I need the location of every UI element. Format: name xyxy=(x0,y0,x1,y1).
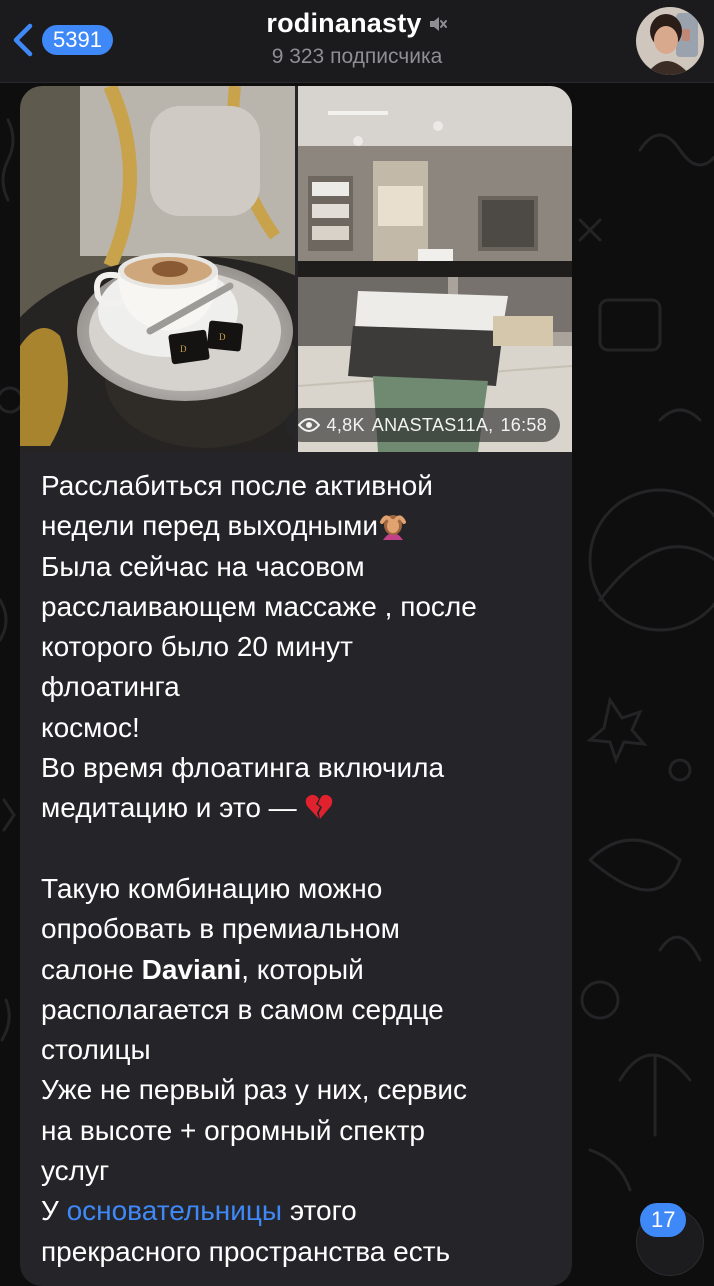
eye-icon xyxy=(297,418,320,432)
avatar-image xyxy=(636,7,704,75)
text-line-part: медитацию и это — xyxy=(41,792,297,824)
text-line: услуг xyxy=(41,1155,110,1187)
svg-text:D: D xyxy=(219,332,226,342)
salon-name: Daviani xyxy=(141,953,242,985)
post-time: 16:58 xyxy=(500,414,547,435)
coffee-photo-image: D D xyxy=(20,86,295,452)
text-line: Уже не первый раз у них, сервис xyxy=(41,1074,468,1106)
broken-heart-icon xyxy=(306,795,333,820)
text-line-part: недели перед выходными xyxy=(41,510,378,542)
back-button[interactable]: 5391 xyxy=(10,20,113,60)
post-text: Расслабиться после активной недели перед… xyxy=(41,466,551,1272)
woman-getting-massage-icon xyxy=(380,515,406,541)
unread-count-badge: 5391 xyxy=(42,25,113,55)
text-line: флоатинга xyxy=(41,671,180,703)
subscriber-count: 9 323 подписчика xyxy=(271,45,443,68)
channel-avatar[interactable] xyxy=(636,7,704,75)
text-line: Расслабиться после активной xyxy=(41,470,433,501)
text-line: расслаивающем массаже , после xyxy=(41,590,477,622)
text-line: медитацию и это — xyxy=(41,788,551,828)
massage-room-photo-image xyxy=(298,86,572,452)
channel-post[interactable]: D D 4,8K ANASTAS11A, 16:58 Расслабиться … xyxy=(20,86,572,1286)
text-line: прекрасного пространства есть xyxy=(41,1235,451,1267)
muted-speaker-icon xyxy=(429,16,447,31)
view-count: 4,8K xyxy=(326,414,365,435)
text-line: Во время флоатинга включила xyxy=(41,752,445,784)
text-line: столицы xyxy=(41,1034,151,1066)
chat-header: 5391 rodinanasty 9 323 подписчика xyxy=(0,0,714,83)
text-line: Такую комбинацию можно xyxy=(41,872,383,904)
channel-title-block[interactable]: rodinanasty 9 323 подписчика xyxy=(150,8,564,69)
text-line: недели перед выходными xyxy=(41,506,551,546)
chevron-left-icon xyxy=(13,23,33,57)
founder-link[interactable]: основательницы xyxy=(67,1195,282,1226)
text-line-part: У xyxy=(41,1195,67,1227)
text-line: салоне Daviani, который xyxy=(41,950,551,990)
text-line: на высоте + огромный спектр xyxy=(41,1114,425,1146)
new-messages-count-badge: 17 xyxy=(640,1203,687,1237)
text-line-part: , который xyxy=(241,953,364,985)
text-line: опробовать в премиальном xyxy=(41,913,400,945)
text-line-part: этого xyxy=(282,1195,357,1227)
text-line: космос! xyxy=(41,711,140,743)
svg-text:D: D xyxy=(180,344,187,354)
post-meta-pill: 4,8K ANASTAS11A, 16:58 xyxy=(284,408,560,442)
channel-name-row: rodinanasty xyxy=(266,8,447,39)
post-author: ANASTAS11A, xyxy=(371,414,494,435)
photo-coffee[interactable]: D D xyxy=(20,86,295,452)
text-line: Была сейчас на часовом xyxy=(41,550,365,582)
channel-name: rodinanasty xyxy=(266,8,422,38)
text-line: У основательницы этого xyxy=(41,1191,551,1231)
photo-massage-room[interactable] xyxy=(298,86,572,452)
text-line-part: салоне xyxy=(41,953,142,985)
post-media-album: D D 4,8K ANASTAS11A, 16:58 xyxy=(20,86,572,452)
scroll-down-button[interactable]: 17 xyxy=(636,1203,704,1276)
text-line: располагается в самом сердце xyxy=(41,993,444,1025)
text-line: которого было 20 минут xyxy=(41,631,353,663)
